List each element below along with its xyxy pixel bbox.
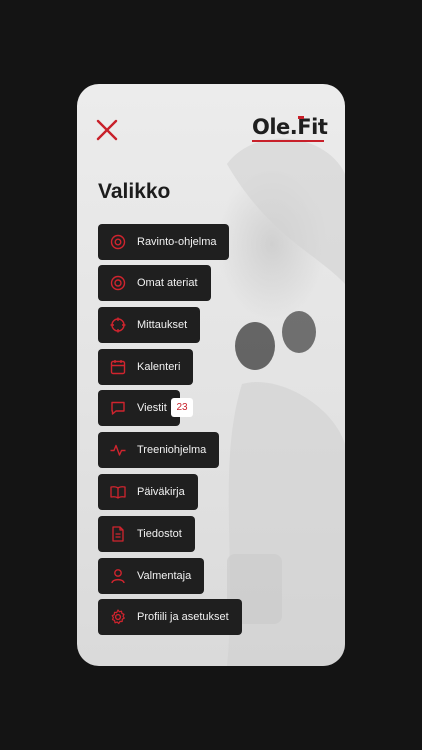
menu-item-label: Päiväkirja [137,486,185,498]
close-icon [96,119,118,141]
logo-underline [252,140,324,142]
target-icon [110,234,126,250]
menu-item-label: Valmentaja [137,570,192,582]
menu-item-treeniohjelma[interactable]: Treeniohjelma [98,432,220,468]
menu-item-kalenteri[interactable]: Kalenteri [98,349,194,385]
chat-icon [110,400,126,416]
pulse-icon [110,442,126,458]
gear-icon [110,609,126,625]
menu-item-label: Mittaukset [137,319,188,331]
logo: Ole.Fit [252,114,332,144]
crosshair-icon [110,317,126,333]
calendar-icon [110,359,126,375]
menu-item-ravinto-ohjelma[interactable]: Ravinto-ohjelma [98,224,230,260]
menu-item-mittaukset[interactable]: Mittaukset [98,307,201,343]
menu-item-label: Treeniohjelma [137,444,207,456]
menu-item-label: Profiili ja asetukset [137,611,229,623]
logo-text: Ole.Fit [252,115,328,139]
menu-item-label: Tiedostot [137,528,182,540]
menu-item-viestit[interactable]: Viestit [98,390,180,426]
menu-item-profiili-ja-asetukset[interactable]: Profiili ja asetukset [98,599,242,635]
unread-count-badge: 23 [171,398,193,417]
menu-screen: Ole.Fit Valikko Ravinto-ohjelma Omat ate… [77,84,345,666]
page-title: Valikko [98,180,171,203]
menu-item-label: Viestit [137,402,167,414]
close-button[interactable] [95,118,119,142]
menu-item-tiedostot[interactable]: Tiedostot [98,516,195,552]
menu-item-paivakirja[interactable]: Päiväkirja [98,474,198,510]
menu-item-label: Omat ateriat [137,277,198,289]
logo-accent [298,116,304,119]
plate-icon [110,275,126,291]
menu-item-omat-ateriat[interactable]: Omat ateriat [98,265,211,301]
menu-item-valmentaja[interactable]: Valmentaja [98,558,205,594]
book-icon [110,484,126,500]
file-icon [110,526,126,542]
menu-item-label: Kalenteri [137,361,181,373]
user-icon [110,568,126,584]
menu-item-label: Ravinto-ohjelma [137,236,217,248]
